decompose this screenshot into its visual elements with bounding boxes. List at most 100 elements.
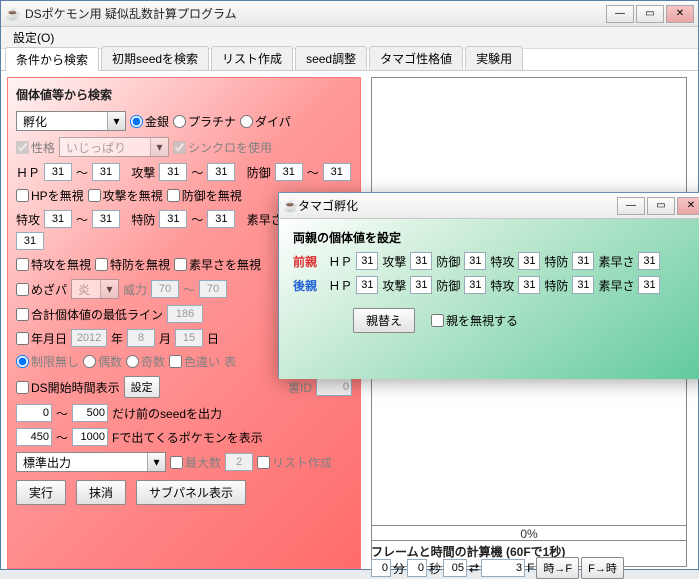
ignore-atk-checkbox[interactable]: 攻撃を無視 [88, 187, 163, 204]
back-parent-label: 後親 [293, 277, 317, 294]
list-checkbox[interactable]: リスト作成 [257, 454, 332, 471]
label-spa: 特攻 [16, 211, 40, 228]
starttime-checkbox[interactable]: DS開始時間表示 [16, 379, 120, 396]
time-to-frame-button[interactable]: 時→F [536, 557, 579, 579]
chevron-down-icon[interactable]: ▾ [100, 280, 118, 298]
seed-before-label: だけ前のseedを出力 [112, 405, 222, 422]
shiny-checkbox[interactable]: 色違い [169, 353, 220, 370]
tab-search-seed[interactable]: 初期seedを検索 [101, 46, 209, 70]
front-atk[interactable] [410, 252, 432, 270]
back-spd[interactable] [572, 276, 594, 294]
power-min[interactable] [151, 280, 179, 298]
hiddenpower-type-select[interactable]: 炎 ▾ [71, 279, 119, 299]
main-window-title: DSポケモン用 疑似乱数計算プログラム [25, 5, 606, 22]
tab-experimental[interactable]: 実験用 [465, 46, 523, 70]
subpanel-button[interactable]: サブパネル表示 [136, 480, 246, 505]
nature-select[interactable]: いじっぱり ▾ [59, 137, 169, 157]
ignore-spa-checkbox[interactable]: 特攻を無視 [16, 256, 91, 273]
spa-min[interactable] [44, 210, 72, 228]
spd-max[interactable] [207, 210, 235, 228]
java-icon: ☕ [283, 199, 298, 213]
chevron-down-icon[interactable]: ▾ [147, 453, 165, 471]
hp-min[interactable] [44, 163, 72, 181]
atk-max[interactable] [207, 163, 235, 181]
minimize-button[interactable]: — [606, 5, 634, 23]
power-max[interactable] [199, 280, 227, 298]
output-select[interactable]: 標準出力 ▾ [16, 452, 166, 472]
frame-to-time-button[interactable]: F→時 [581, 557, 624, 579]
frame-label: Fで出てくるポケモンを表示 [112, 429, 263, 446]
min-iv-checkbox[interactable]: 合計個体値の最低ライン [16, 306, 163, 323]
calc-f2[interactable] [481, 559, 525, 577]
back-spa[interactable] [518, 276, 540, 294]
close-button[interactable]: ✕ [666, 5, 694, 23]
calc-min[interactable] [371, 559, 391, 577]
spd-min[interactable] [159, 210, 187, 228]
def-max[interactable] [323, 163, 351, 181]
chevron-down-icon[interactable]: ▾ [107, 112, 125, 130]
calc-f1[interactable] [443, 559, 467, 577]
frame-max[interactable] [72, 428, 108, 446]
swap-parents-button[interactable]: 親替え [353, 308, 415, 333]
hp-max[interactable] [92, 163, 120, 181]
seed-before-min[interactable] [16, 404, 52, 422]
front-spa[interactable] [518, 252, 540, 270]
frame-min[interactable] [16, 428, 52, 446]
min-iv-value[interactable] [167, 305, 203, 323]
synchro-checkbox[interactable]: シンクロを使用 [173, 139, 272, 156]
seed-before-max[interactable] [72, 404, 108, 422]
ignore-hp-checkbox[interactable]: HPを無視 [16, 187, 84, 204]
ignore-parents-checkbox[interactable]: 親を無視する [431, 312, 518, 329]
atk-min[interactable] [159, 163, 187, 181]
label-def: 防御 [247, 164, 271, 181]
nature-checkbox[interactable]: 性格 [16, 139, 55, 156]
maxcount-checkbox[interactable]: 最大数 [170, 454, 221, 471]
clear-button[interactable]: 抹消 [76, 480, 126, 505]
tab-seed-adjust[interactable]: seed調整 [295, 46, 367, 70]
front-spe[interactable] [638, 252, 660, 270]
back-def[interactable] [464, 276, 486, 294]
method-select-value: 孵化 [17, 113, 107, 130]
method-select[interactable]: 孵化 ▾ [16, 111, 126, 131]
tab-search-conditions[interactable]: 条件から検索 [5, 47, 99, 71]
back-hp[interactable] [356, 276, 378, 294]
front-hp[interactable] [356, 252, 378, 270]
def-min[interactable] [275, 163, 303, 181]
tab-list-create[interactable]: リスト作成 [211, 46, 293, 70]
ignore-def-checkbox[interactable]: 防御を無視 [167, 187, 242, 204]
limit-odd-radio[interactable]: 奇数 [126, 353, 165, 370]
back-id-input[interactable] [316, 378, 352, 396]
front-def[interactable] [464, 252, 486, 270]
version-dp-radio[interactable]: ダイパ [240, 113, 291, 130]
modal-minimize-button[interactable]: — [617, 197, 645, 215]
day-input[interactable] [175, 329, 203, 347]
limit-even-radio[interactable]: 偶数 [83, 353, 122, 370]
settings-button[interactable]: 設定 [124, 376, 160, 398]
ignore-spd-checkbox[interactable]: 特防を無視 [95, 256, 170, 273]
modal-close-button[interactable]: ✕ [677, 197, 699, 215]
version-gs-radio[interactable]: 金銀 [130, 113, 169, 130]
front-spd[interactable] [572, 252, 594, 270]
back-atk[interactable] [410, 276, 432, 294]
modal-maximize-button[interactable]: ▭ [647, 197, 675, 215]
year-input[interactable] [71, 329, 107, 347]
chevron-down-icon[interactable]: ▾ [150, 138, 168, 156]
maximize-button[interactable]: ▭ [636, 5, 664, 23]
menu-settings[interactable]: 設定(O) [7, 27, 60, 48]
date-checkbox[interactable]: 年月日 [16, 330, 67, 347]
spa-max[interactable] [92, 210, 120, 228]
tab-egg-nature[interactable]: タマゴ性格値 [369, 46, 463, 70]
hiddenpower-checkbox[interactable]: めざパ [16, 281, 67, 298]
modal-window-controls: — ▭ ✕ [617, 197, 699, 215]
run-button[interactable]: 実行 [16, 480, 66, 505]
back-spe[interactable] [638, 276, 660, 294]
main-window-controls: — ▭ ✕ [606, 5, 694, 23]
calc-sec[interactable] [407, 559, 427, 577]
bottom-bar: 0% フレームと時間の計算機 (60Fで1秒) 分 秒 ⇄ F 時→F F→時 [7, 525, 692, 567]
spe-max[interactable] [16, 232, 44, 250]
version-pt-radio[interactable]: プラチナ [173, 113, 236, 130]
maxcount-input[interactable] [225, 453, 253, 471]
ignore-spe-checkbox[interactable]: 素早さを無視 [174, 256, 261, 273]
month-input[interactable] [127, 329, 155, 347]
limit-none-radio[interactable]: 制限無し [16, 353, 79, 370]
